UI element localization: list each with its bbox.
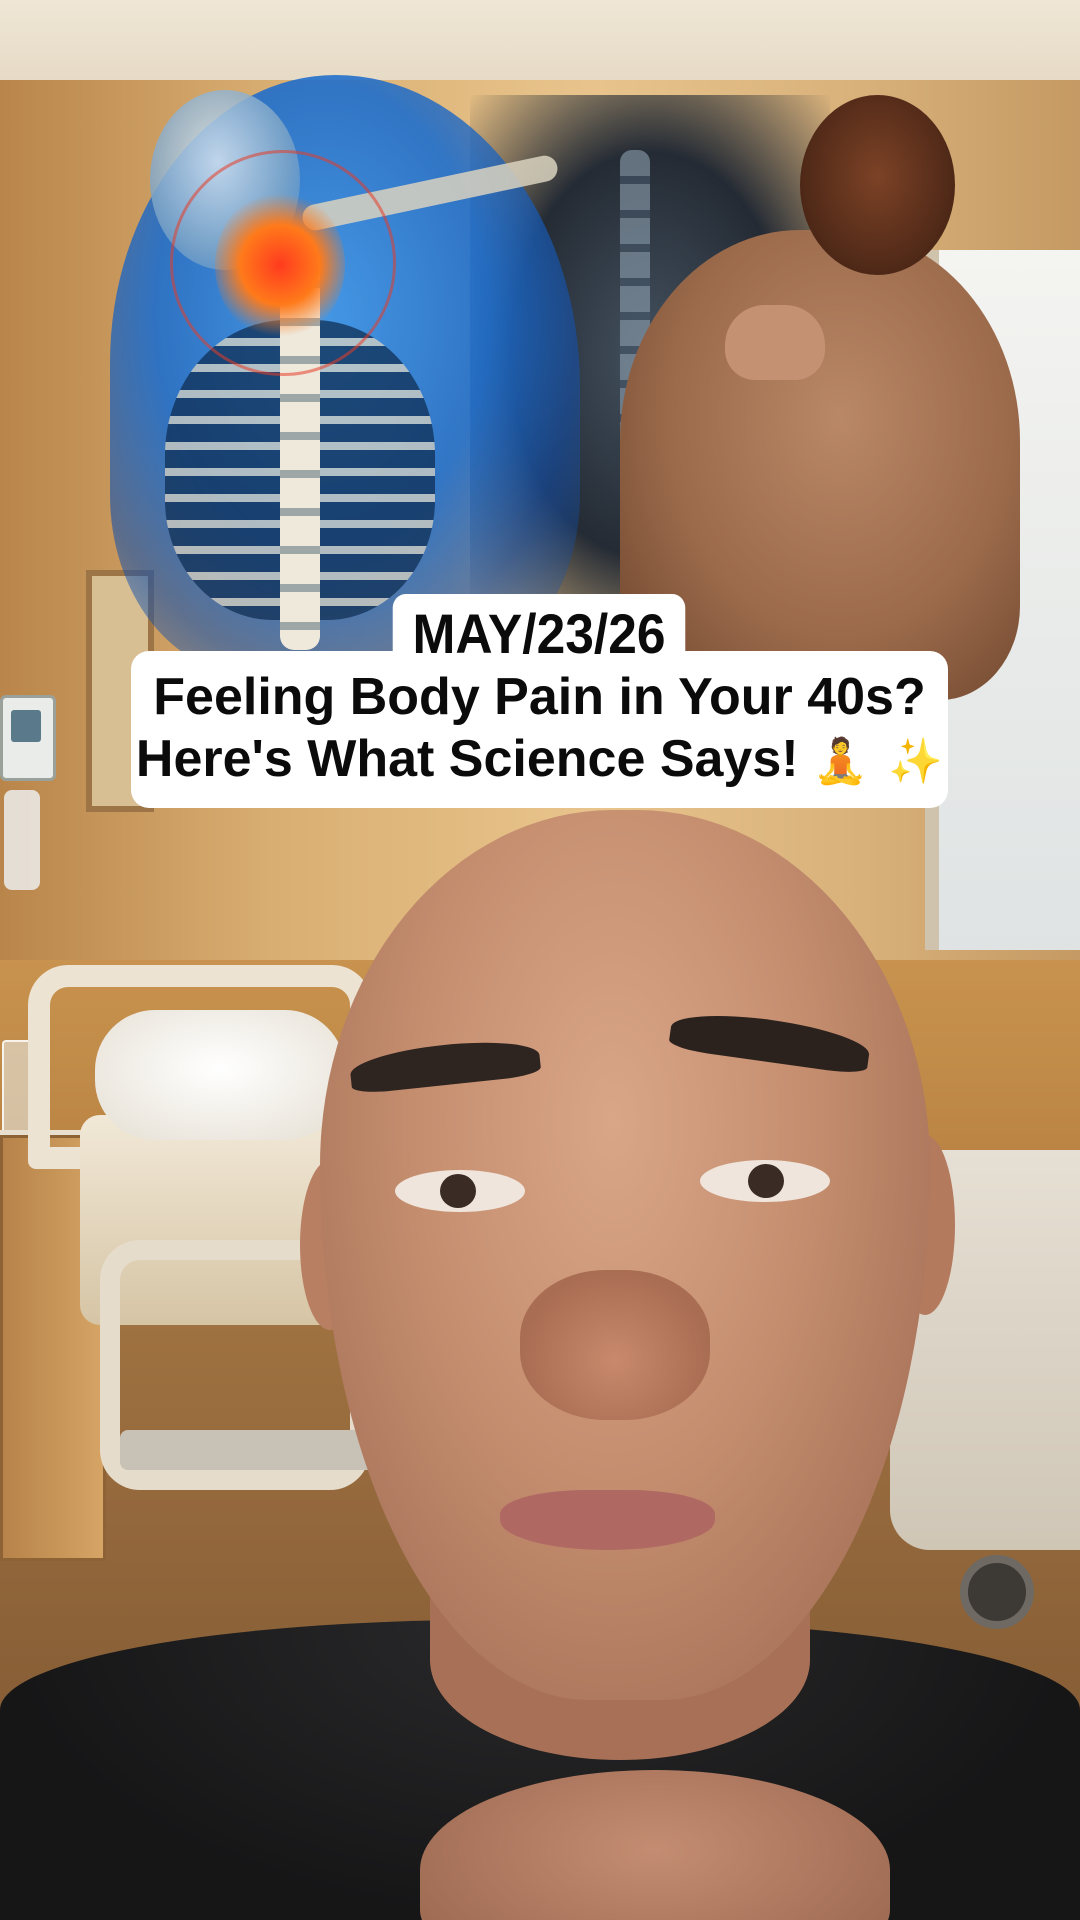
caption-title-line2-text: Here's What Science Says! <box>135 730 799 788</box>
caption-title-line2: Here's What Science Says! 🧘 ✨ <box>131 729 948 789</box>
caption-title-line1-text: Feeling Body Pain in Your 40s? <box>153 668 926 726</box>
iv-drip-bag <box>4 790 40 890</box>
woman-hair <box>800 95 955 275</box>
caption-title-line1: Feeling Body Pain in Your 40s? <box>131 667 948 727</box>
sparkles-icon: ✨ <box>888 736 944 787</box>
iv-monitor <box>0 695 56 781</box>
presenter-nose <box>520 1270 710 1420</box>
presenter-left-eye <box>395 1170 525 1212</box>
bed-wheel <box>960 1555 1034 1629</box>
caption-date: MAY/23/26 <box>392 594 686 674</box>
presenter-head <box>320 810 930 1700</box>
pillow <box>95 1010 345 1140</box>
neck-pain-highlight <box>215 190 345 340</box>
video-frame[interactable]: MAY/23/26 Feeling Body Pain in Your 40s?… <box>0 0 1080 1920</box>
woman-hand-on-shoulder <box>725 305 825 380</box>
presenter-right-eye <box>700 1160 830 1202</box>
person-meditating-icon: 🧘 <box>813 736 868 787</box>
presenter-mouth <box>500 1490 715 1550</box>
